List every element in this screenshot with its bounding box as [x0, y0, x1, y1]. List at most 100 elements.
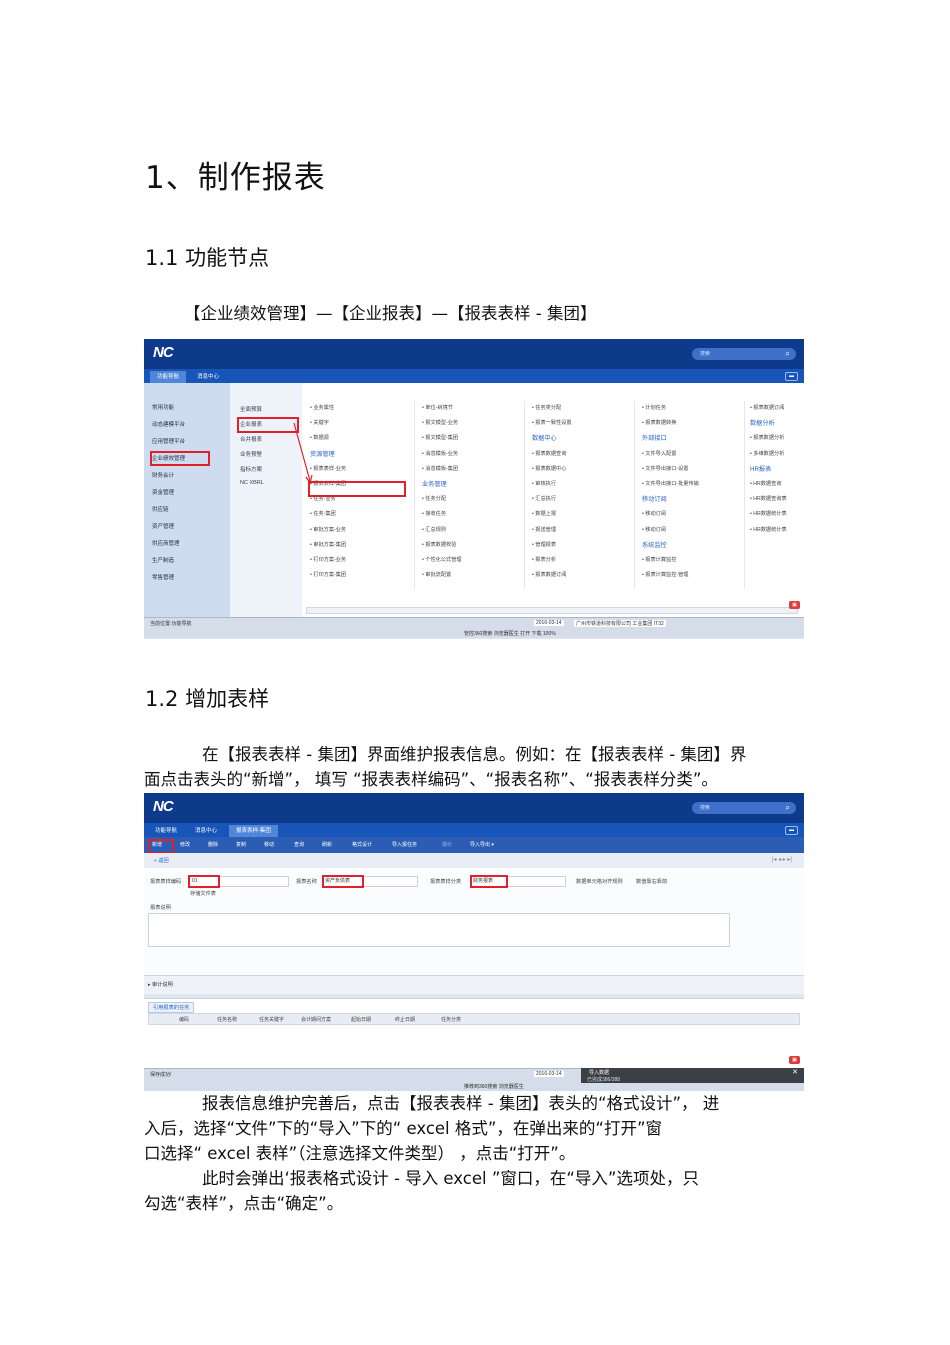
- nav-link[interactable]: • 多维数据分析: [750, 447, 804, 462]
- nav-link[interactable]: • 审核执行: [532, 477, 640, 492]
- task-tab[interactable]: 引用报表的任务: [148, 1002, 195, 1013]
- tab-message-center[interactable]: 消息中心: [190, 371, 226, 383]
- nav-link[interactable]: • HR数据统计表: [750, 523, 804, 538]
- nav-link[interactable]: • 报表数据中心: [532, 462, 640, 477]
- nav-link[interactable]: • 个性化公式管理: [422, 553, 530, 568]
- sidebar-item[interactable]: 财务会计: [152, 471, 174, 479]
- nav-link[interactable]: • 数据源: [310, 431, 418, 446]
- nav-link[interactable]: • 报表数据转换: [642, 416, 750, 431]
- search-placeholder: 搜索: [700, 351, 711, 357]
- nav-link[interactable]: • 报文模型-集团: [422, 431, 530, 446]
- store-file-checkbox[interactable]: 存储文件表: [190, 890, 216, 897]
- search-icon[interactable]: ⌕: [786, 803, 790, 813]
- format-design-button[interactable]: 格式设计: [352, 841, 372, 848]
- nav-link[interactable]: • HR数据查询表: [750, 492, 804, 507]
- nav-link[interactable]: • 打印方案-集团: [310, 568, 418, 583]
- sidebar-item[interactable]: 资金管理: [152, 488, 174, 496]
- search-icon[interactable]: ⌕: [786, 349, 790, 359]
- nav-link[interactable]: • 业务属性: [310, 401, 418, 416]
- paragraph-line: 在【报表表样 - 集团】界面维护报表信息。例如：在【报表表样 - 集团】界: [202, 745, 747, 764]
- nav-link[interactable]: • 报送管理: [532, 523, 640, 538]
- nav-link[interactable]: • 报表一致性设置: [532, 416, 640, 431]
- window-button[interactable]: ▬: [785, 372, 798, 381]
- nav-link[interactable]: • 消息模板-业务: [422, 447, 530, 462]
- nav-link[interactable]: • 报表计算监控-管理: [642, 568, 750, 583]
- nav-link[interactable]: • 关键字: [310, 416, 418, 431]
- import-task-button[interactable]: 导入报任务: [392, 841, 417, 848]
- submenu-item[interactable]: 合并报表: [240, 435, 262, 443]
- sidebar-item[interactable]: 生产制造: [152, 556, 174, 564]
- nav-link[interactable]: • 报表数据订阅: [750, 401, 804, 416]
- search-box[interactable]: 搜索 ⌕: [692, 802, 796, 814]
- nav-group-heading: 移动订阅: [642, 496, 667, 504]
- import-export-button[interactable]: 导入导出 ▾: [470, 841, 494, 848]
- nav-link[interactable]: • 报表数据分析: [750, 431, 804, 446]
- nav-link[interactable]: • 报表数据查询: [532, 447, 640, 462]
- sidebar-item[interactable]: 资产管理: [152, 522, 174, 530]
- refresh-button[interactable]: 刷新: [322, 841, 332, 848]
- sidebar-item[interactable]: 零售管理: [152, 573, 174, 581]
- submenu-item[interactable]: 业务预警: [240, 450, 262, 458]
- nav-link[interactable]: • HR数据统计表: [750, 507, 804, 522]
- sidebar-item[interactable]: 常用功能: [152, 403, 174, 411]
- nav-link[interactable]: • 审批方案-集团: [310, 538, 418, 553]
- nav-link[interactable]: • 计划任务: [642, 401, 750, 416]
- audit-section[interactable]: ▸ 审计说明: [144, 975, 804, 994]
- nav-link[interactable]: • 任务类分配: [532, 401, 640, 416]
- submenu-item[interactable]: NC XBRL: [240, 480, 264, 486]
- window-button[interactable]: ▬: [785, 826, 798, 835]
- nav-link[interactable]: • 移动订阅: [642, 507, 750, 522]
- desc-textarea[interactable]: [148, 913, 730, 947]
- nav-link[interactable]: • 文件导入配置: [642, 447, 750, 462]
- desc-label: 报表说明: [150, 905, 171, 911]
- nav-link[interactable]: • 移动订阅: [642, 523, 750, 538]
- nav-link[interactable]: • 汇总执行: [532, 492, 640, 507]
- nav-link[interactable]: • 报表数据订阅: [532, 568, 640, 583]
- nav-link[interactable]: • 报表表样-业务: [310, 462, 418, 477]
- nav-link[interactable]: • 单位-树境节: [422, 401, 530, 416]
- move-button[interactable]: 移动: [264, 841, 274, 848]
- sidebar-item[interactable]: 供应链: [152, 505, 169, 513]
- query-button[interactable]: 查询: [294, 841, 304, 848]
- search-box[interactable]: 搜索 ⌕: [692, 348, 796, 360]
- back-link[interactable]: « 返回: [154, 857, 169, 864]
- nav-link[interactable]: • 文件导出接口-设置: [642, 462, 750, 477]
- nav-link[interactable]: • 打印方案-业务: [310, 553, 418, 568]
- nav-link[interactable]: • 管理报表: [532, 538, 640, 553]
- nav-group-heading: 业务管理: [422, 481, 447, 489]
- quote-button[interactable]: 报价: [442, 841, 452, 848]
- status-date: 2016-03-14: [534, 1071, 564, 1077]
- sidebar-item[interactable]: 动态建模平台: [152, 420, 185, 428]
- close-icon[interactable]: ✕: [792, 1068, 798, 1076]
- nav-link[interactable]: • 文件导出接口-批量传输: [642, 477, 750, 492]
- nav-link[interactable]: • 数据上报: [532, 507, 640, 522]
- tab-function-nav[interactable]: 功能导航: [150, 371, 187, 383]
- notification-icon[interactable]: ▣: [789, 601, 800, 609]
- submenu-item[interactable]: 全面预算: [240, 405, 262, 413]
- nav-link[interactable]: • 报表数据校验: [422, 538, 530, 553]
- align-value[interactable]: 数值靠右靠前: [636, 878, 667, 885]
- notification-icon[interactable]: ▣: [789, 1056, 800, 1064]
- tab-message-center[interactable]: 消息中心: [188, 825, 224, 837]
- delete-button[interactable]: 删除: [208, 841, 218, 848]
- horizontal-scrollbar[interactable]: [306, 607, 798, 614]
- nav-link[interactable]: • 接收任务: [422, 507, 530, 522]
- tab-report-template[interactable]: 报表表样-集团: [229, 825, 278, 837]
- nav-link[interactable]: • 报文模型-业务: [422, 416, 530, 431]
- nav-link[interactable]: • 任务分配: [422, 492, 530, 507]
- pager-icons[interactable]: |◂ ◂ ▸ ▸|: [772, 856, 792, 863]
- sidebar-item[interactable]: 应用管理平台: [152, 437, 185, 445]
- nav-link[interactable]: • 报表分析: [532, 553, 640, 568]
- nav-link[interactable]: • 报表计算监控: [642, 553, 750, 568]
- copy-button[interactable]: 复制: [236, 841, 246, 848]
- submenu-item[interactable]: 指标方案: [240, 465, 262, 473]
- nav-link[interactable]: • 审批方案-业务: [310, 523, 418, 538]
- edit-button[interactable]: 修改: [180, 841, 190, 848]
- nav-link[interactable]: • 审批流配置: [422, 568, 530, 583]
- nav-link[interactable]: • 任务-集团: [310, 507, 418, 522]
- nav-link[interactable]: • 消息模板-集团: [422, 462, 530, 477]
- sidebar-item[interactable]: 供应商管理: [152, 539, 180, 547]
- nav-link[interactable]: • 汇总规则: [422, 523, 530, 538]
- nav-link[interactable]: • HR数据查询: [750, 477, 804, 492]
- tab-function-nav[interactable]: 功能导航: [148, 825, 184, 837]
